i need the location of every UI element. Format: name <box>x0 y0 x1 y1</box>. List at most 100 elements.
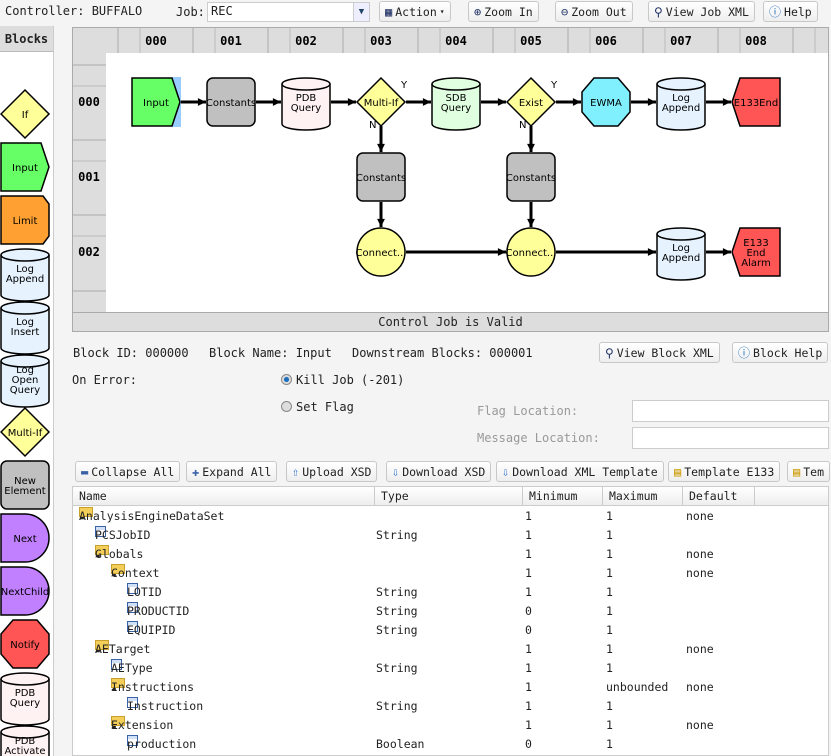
flag-location-input[interactable] <box>632 400 829 422</box>
palette-item-pdb-activate-uuid[interactable]: PDBActivateUUID <box>0 725 50 756</box>
tree-row[interactable]: EQUIPID String 0 1 <box>73 621 828 640</box>
block-e133end[interactable]: E133End <box>731 77 781 127</box>
minimum-cell: 0 <box>525 604 532 618</box>
block-sdb-query[interactable]: SDB Query <box>431 77 481 131</box>
maximum-cell: 1 <box>606 509 613 523</box>
block-input[interactable]: Input <box>131 77 181 127</box>
palette-item-next[interactable]: Next <box>0 513 50 563</box>
column-header: 008 <box>745 34 767 48</box>
palette-item-limit[interactable]: Limit <box>0 195 50 245</box>
block-constants[interactable]: Constants <box>206 77 256 127</box>
maximum-cell: 1 <box>606 566 613 580</box>
tree-row[interactable]: ◢Context 1 1 none <box>73 564 828 583</box>
col-maximum[interactable]: Maximum <box>603 487 683 506</box>
tree-row[interactable]: PCSJobID String 1 1 <box>73 526 828 545</box>
zoom-out-icon: ⊖ <box>561 4 569 19</box>
tree-row[interactable]: LOTID String 1 1 <box>73 583 828 602</box>
palette-item-multi-if[interactable]: Multi-If <box>0 406 51 458</box>
tree-row[interactable]: ◢Globals 1 1 none <box>73 545 828 564</box>
chevron-down-icon[interactable]: ▼ <box>353 3 369 21</box>
view-block-xml-button[interactable]: ⚲ View Block XML <box>599 342 720 363</box>
tree-row[interactable]: ◢Instructions 1 unbounded none <box>73 678 828 697</box>
type-cell: String <box>376 528 418 542</box>
type-cell: String <box>376 699 418 713</box>
block-multi-if[interactable]: Multi-If <box>355 76 407 128</box>
download-xml-template-button[interactable]: ⇩ Download XML Template <box>496 461 664 482</box>
block-log-append[interactable]: Log Append <box>656 227 706 281</box>
view-job-xml-button[interactable]: ⚲ View Job XML <box>648 1 755 22</box>
palette-item-nextchild[interactable]: NextChild <box>0 566 50 616</box>
block-ewma[interactable]: EWMA <box>581 77 631 127</box>
tree-row[interactable]: ◢AnalysisEngineDataSet 1 1 none <box>73 507 828 526</box>
message-location-label: Message Location: <box>477 431 600 445</box>
plus-icon: ✚ <box>192 464 200 479</box>
default-cell: none <box>686 718 714 732</box>
palette-item-pdb-query[interactable]: PDB Query <box>0 672 50 726</box>
radio-selected-icon[interactable] <box>281 374 292 385</box>
upload-xsd-button[interactable]: ⇧ Upload XSD <box>286 461 378 482</box>
palette-item-new-element[interactable]: New Element <box>0 460 50 510</box>
block-exist[interactable]: Exist <box>505 76 557 128</box>
palette-item-log-append[interactable]: Log Append <box>0 248 50 302</box>
col-minimum[interactable]: Minimum <box>523 487 603 506</box>
palette-item-if[interactable]: If <box>0 88 51 140</box>
block-label: Multi-If <box>364 98 399 109</box>
col-default[interactable]: Default <box>683 487 755 506</box>
column-header: 007 <box>670 34 692 48</box>
tree-row[interactable]: ◢AETarget 1 1 none <box>73 640 828 659</box>
collapse-all-button[interactable]: ▬ Collapse All <box>75 461 181 482</box>
job-diagram[interactable]: 0000010020030040050060070080000001002Inp… <box>72 27 829 332</box>
download-xsd-button[interactable]: ⇩ Download XSD <box>386 461 492 482</box>
action-button[interactable]: ▦ Action ▾ <box>379 1 451 22</box>
help-button[interactable]: ⓘ Help <box>763 1 818 22</box>
block-connect[interactable]: Connect... <box>356 227 407 277</box>
tree-row[interactable]: production Boolean 0 1 <box>73 735 828 754</box>
tree-row[interactable]: AEType String 1 1 <box>73 659 828 678</box>
expand-all-button[interactable]: ✚ Expand All <box>186 461 278 482</box>
maximum-cell: 1 <box>606 642 613 656</box>
kill-job-radio[interactable]: Kill Job (-201) <box>281 373 404 387</box>
palette-item-input[interactable]: Input <box>0 142 50 192</box>
clipboard-icon: ▦ <box>385 4 393 19</box>
block-constants[interactable]: Constants <box>356 152 406 202</box>
arrow-down-icon: ⇩ <box>502 464 510 479</box>
set-flag-radio[interactable]: Set Flag <box>281 400 354 414</box>
row-header: 002 <box>78 245 100 259</box>
block-pdb-query[interactable]: PDB Query <box>281 77 331 131</box>
block-log-append[interactable]: Log Append <box>656 77 706 131</box>
maximum-cell: unbounded <box>606 680 669 694</box>
block-constants[interactable]: Constants <box>506 152 556 202</box>
palette-blocks[interactable]: If Input Limit Log AppendLog InsertLog Open Que… <box>0 52 54 756</box>
minimum-cell: 0 <box>525 623 532 637</box>
palette-item-log-open-query[interactable]: Log Open Query <box>0 354 50 408</box>
block-label: Constants <box>356 173 406 184</box>
block-connect[interactable]: Connect... <box>506 227 557 277</box>
palette-item-label: If <box>22 110 29 121</box>
tree-row[interactable]: PRODUCTID String 0 1 <box>73 602 828 621</box>
zoom-out-button[interactable]: ⊖ Zoom Out <box>555 1 633 22</box>
col-name[interactable]: Name <box>73 487 375 506</box>
type-cell: String <box>376 623 418 637</box>
maximum-cell: 1 <box>606 718 613 732</box>
tree-row[interactable]: Instruction String 1 1 <box>73 697 828 716</box>
minimum-cell: 0 <box>525 737 532 751</box>
job-select[interactable]: REC ▼ <box>207 2 370 22</box>
top-bar: Controller: BUFFALO Job: REC ▼ ▦ Action ▾ ⊕… <box>0 0 831 24</box>
type-cell: Boolean <box>376 737 425 751</box>
minus-icon: ▬ <box>81 464 89 479</box>
tree-row[interactable]: ◢Extension 1 1 none <box>73 716 828 735</box>
zoom-in-button[interactable]: ⊕ Zoom In <box>468 1 539 22</box>
palette-item-notify[interactable]: Notify <box>0 619 50 669</box>
col-type[interactable]: Type <box>375 487 523 506</box>
xsd-tree-table: Name Type Minimum Maximum Default ◢Analy… <box>72 486 829 756</box>
palette-item-log-insert[interactable]: Log Insert <box>0 301 50 355</box>
template-button[interactable]: ▤ Tem <box>787 461 831 482</box>
template-e133-button[interactable]: ▤ Template E133 <box>668 461 781 482</box>
block-help-button[interactable]: ⓘ Block Help <box>732 342 829 363</box>
default-cell: none <box>686 566 714 580</box>
radio-icon[interactable] <box>281 401 292 412</box>
block-e133-end-alarm[interactable]: E133 End Alarm <box>731 227 781 277</box>
job-label: Job: <box>176 5 205 19</box>
block-label: EWMA <box>590 98 622 109</box>
message-location-input[interactable] <box>632 427 829 449</box>
